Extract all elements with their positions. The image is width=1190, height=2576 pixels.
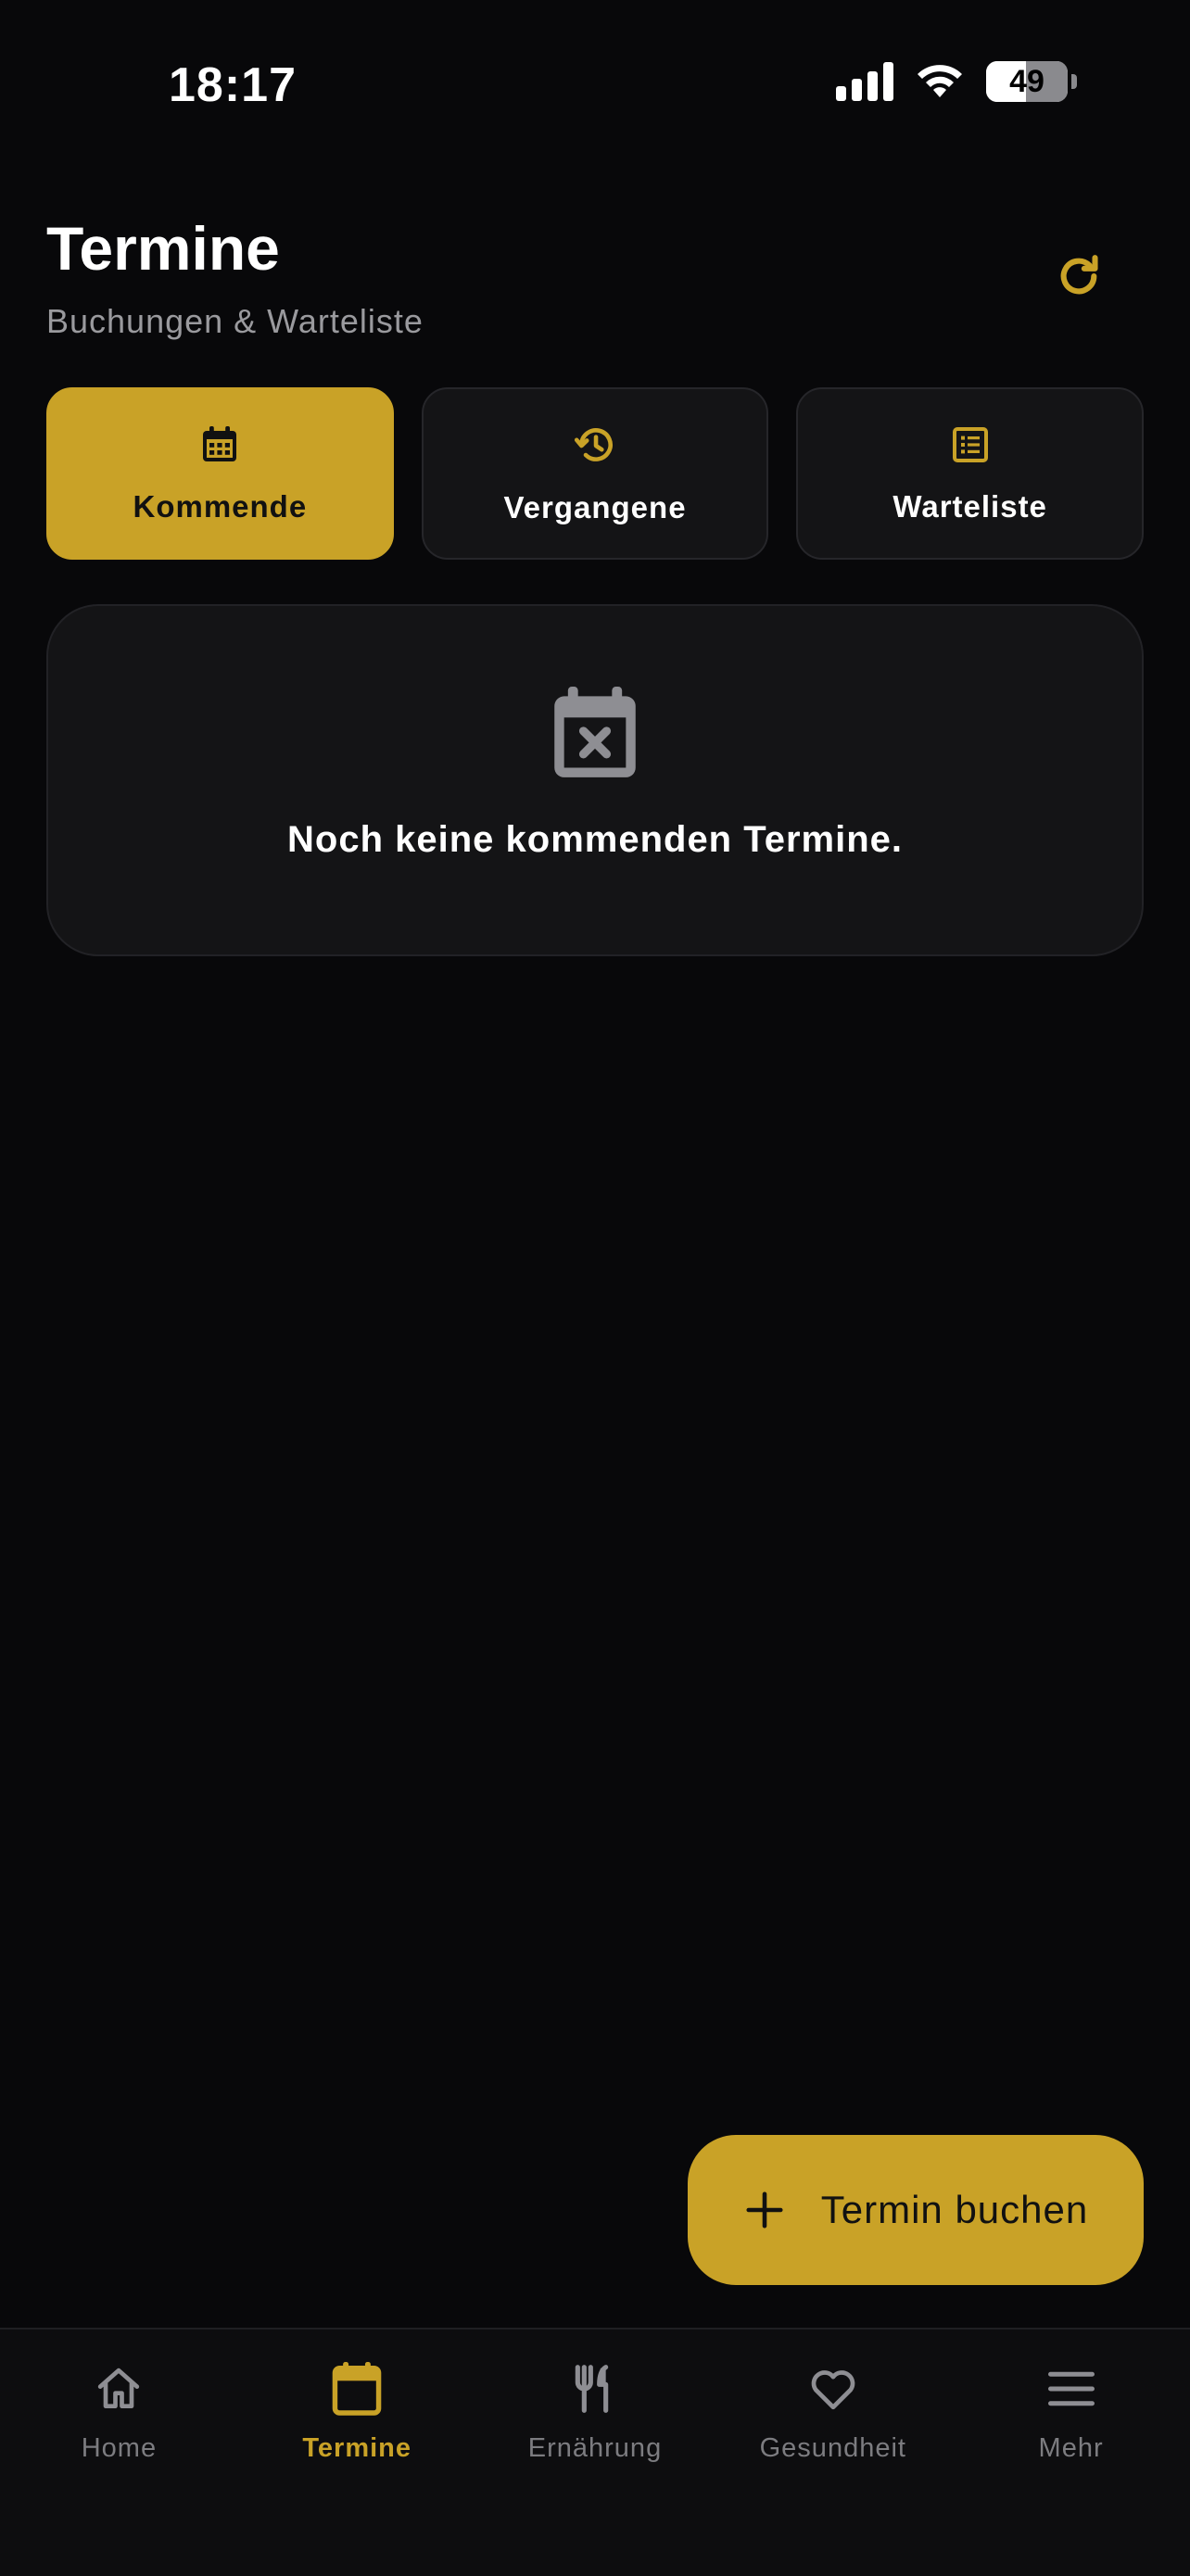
battery-level: 49 xyxy=(1009,63,1044,99)
fork-knife-icon xyxy=(575,2365,609,2413)
battery-indicator: 49 xyxy=(986,61,1068,102)
tab-label: Vergangene xyxy=(503,490,687,524)
menu-icon xyxy=(1047,2371,1095,2406)
nav-item-home[interactable]: Home xyxy=(0,2330,238,2576)
list-icon xyxy=(952,427,988,462)
status-icons: 49 xyxy=(836,61,1077,102)
page-title: Termine xyxy=(46,214,280,283)
nav-item-ernaehrung[interactable]: Ernährung xyxy=(476,2330,715,2576)
calendar-icon xyxy=(203,426,237,461)
history-icon xyxy=(574,428,613,461)
nav-label: Home xyxy=(81,2433,158,2463)
refresh-button[interactable] xyxy=(1049,246,1108,306)
home-icon xyxy=(98,2368,140,2408)
segment-tabs: Kommende Vergangene Warteliste xyxy=(46,387,1145,560)
empty-state-card: Noch keine kommenden Termine. xyxy=(46,604,1144,956)
refresh-icon xyxy=(1060,255,1098,295)
signal-icon xyxy=(836,62,893,101)
page-subtitle: Buchungen & Warteliste xyxy=(46,302,424,340)
tab-vergangene[interactable]: Vergangene xyxy=(421,387,769,560)
fab-label: Termin buchen xyxy=(820,2188,1089,2231)
bottom-nav: Home Termine Ernährung Gesundheit Mehr xyxy=(0,2328,1190,2576)
nav-label: Gesundheit xyxy=(759,2433,906,2463)
status-bar: 18:17 49 xyxy=(0,0,1190,167)
tab-warteliste[interactable]: Warteliste xyxy=(796,387,1145,560)
book-appointment-button[interactable]: Termin buchen xyxy=(688,2135,1144,2285)
nav-item-gesundheit[interactable]: Gesundheit xyxy=(714,2330,952,2576)
status-time: 18:17 xyxy=(169,58,297,112)
empty-state-message: Noch keine kommenden Termine. xyxy=(287,819,903,860)
calendar-icon xyxy=(332,2361,382,2416)
calendar-x-icon xyxy=(554,687,636,777)
wifi-icon xyxy=(918,65,962,97)
tab-label: Kommende xyxy=(133,489,308,524)
nav-label: Termine xyxy=(302,2433,412,2463)
plus-icon xyxy=(746,2191,783,2229)
nav-item-mehr[interactable]: Mehr xyxy=(952,2330,1190,2576)
heart-icon xyxy=(811,2370,855,2410)
tab-label: Warteliste xyxy=(892,489,1047,524)
nav-item-termine[interactable]: Termine xyxy=(238,2330,476,2576)
tab-kommende[interactable]: Kommende xyxy=(46,387,394,560)
nav-label: Ernährung xyxy=(527,2433,663,2463)
nav-label: Mehr xyxy=(1038,2433,1104,2463)
